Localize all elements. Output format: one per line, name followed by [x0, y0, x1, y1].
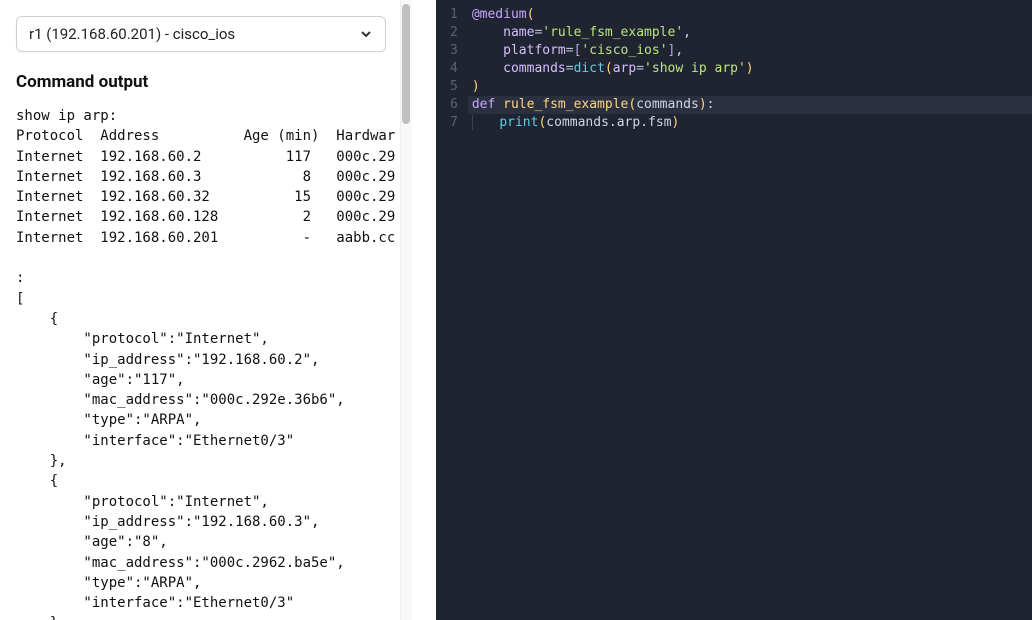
ident-token: commands: [636, 97, 699, 112]
paren-token: (: [605, 61, 613, 76]
punct-token: :: [707, 97, 715, 112]
paren-token: (: [527, 7, 535, 22]
decorator-token: @medium: [472, 7, 527, 22]
op-token: =: [636, 61, 644, 76]
punct-token: ,: [675, 43, 683, 58]
command-output[interactable]: show ip arp: Protocol Address Age (min) …: [16, 106, 396, 620]
keyword-token: def: [472, 97, 495, 112]
code-line[interactable]: ): [468, 78, 1032, 96]
paren-token: ): [699, 97, 707, 112]
left-scrollbar-track[interactable]: [400, 0, 412, 620]
kwarg-token: name: [503, 25, 534, 40]
code-line[interactable]: print(commands.arp.fsm): [468, 114, 1032, 132]
line-number: 4: [450, 60, 458, 78]
kwarg-token: arp: [613, 61, 636, 76]
code-line[interactable]: commands=dict(arp='show ip arp'): [468, 60, 1032, 78]
string-token: 'rule_fsm_example': [542, 25, 683, 40]
section-title: Command output: [16, 72, 396, 92]
attr-token: fsm: [648, 115, 671, 130]
paren-token: ): [472, 79, 480, 94]
op-token: =: [566, 43, 574, 58]
ident-token: commands: [546, 115, 609, 130]
string-token: 'cisco_ios': [581, 43, 667, 58]
kwarg-token: platform: [503, 43, 566, 58]
left-scrollbar-thumb[interactable]: [402, 4, 410, 124]
chevron-down-icon: [359, 27, 373, 41]
code-line[interactable]: def rule_fsm_example(commands):: [468, 96, 1032, 114]
line-number-gutter: 1 2 3 4 5 6 7: [436, 0, 468, 620]
line-number: 6: [450, 96, 458, 114]
device-dropdown[interactable]: r1 (192.168.60.201) - cisco_ios: [16, 16, 386, 52]
code-area[interactable]: @medium( name='rule_fsm_example', platfo…: [468, 0, 1032, 620]
line-number: 2: [450, 24, 458, 42]
left-panel: r1 (192.168.60.201) - cisco_ios Command …: [0, 0, 412, 620]
panel-divider[interactable]: [412, 0, 436, 620]
line-number: 1: [450, 6, 458, 24]
code-line[interactable]: name='rule_fsm_example',: [468, 24, 1032, 42]
builtin-token: print: [499, 115, 538, 130]
punct-token: .: [609, 115, 617, 130]
string-token: 'show ip arp': [644, 61, 746, 76]
attr-token: arp: [617, 115, 640, 130]
code-editor[interactable]: 1 2 3 4 5 6 7 @medium( name='rule_fsm_ex…: [436, 0, 1032, 620]
code-line[interactable]: @medium(: [468, 6, 1032, 24]
line-number: 3: [450, 42, 458, 60]
device-dropdown-label: r1 (192.168.60.201) - cisco_ios: [29, 25, 235, 43]
punct-token: .: [640, 115, 648, 130]
paren-token: ): [746, 61, 754, 76]
op-token: =: [566, 61, 574, 76]
builtin-token: dict: [574, 61, 605, 76]
paren-token: ): [672, 115, 680, 130]
punct-token: ,: [683, 25, 691, 40]
line-number: 5: [450, 78, 458, 96]
code-line[interactable]: platform=['cisco_ios'],: [468, 42, 1032, 60]
kwarg-token: commands: [503, 61, 566, 76]
line-number: 7: [450, 114, 458, 132]
fn-name-token: rule_fsm_example: [503, 97, 628, 112]
